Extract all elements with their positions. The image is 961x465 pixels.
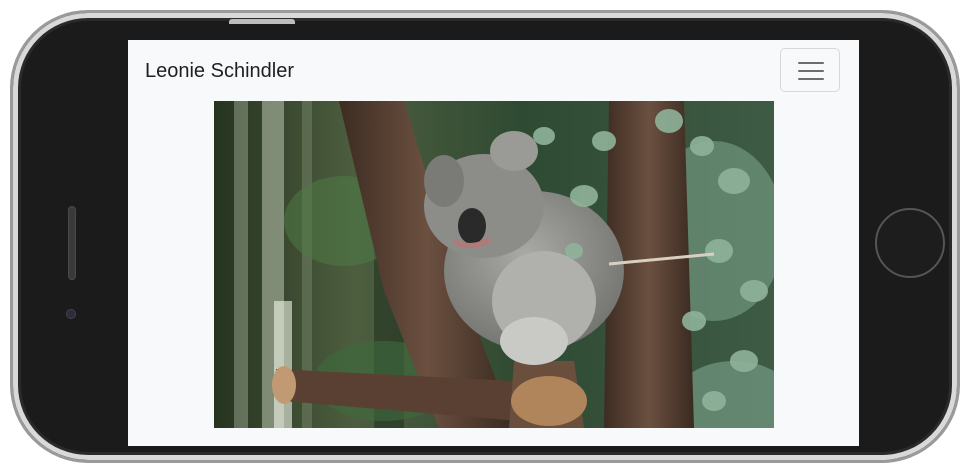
phone-speaker	[68, 206, 76, 280]
home-button[interactable]	[875, 208, 945, 278]
koala-photo-illustration	[214, 101, 774, 428]
navbar: Leonie Schindler	[128, 40, 859, 100]
navbar-brand[interactable]: Leonie Schindler	[145, 59, 294, 83]
power-button	[229, 19, 295, 24]
front-camera	[66, 309, 76, 319]
menu-toggle-button[interactable]	[780, 48, 840, 92]
phone-frame: Leonie Schindler	[10, 10, 960, 463]
phone-screen: Leonie Schindler	[128, 40, 859, 446]
koala-photo	[214, 101, 774, 428]
